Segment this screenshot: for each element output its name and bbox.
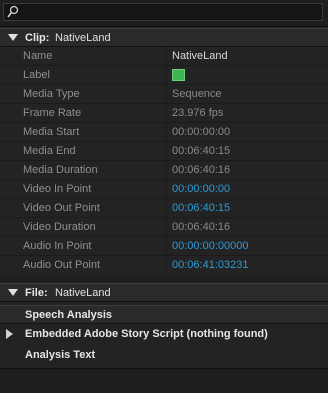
row-label: Audio In Point (0, 237, 167, 255)
search-box[interactable] (3, 3, 323, 21)
audio-in-point-value[interactable]: 00:00:00:00000 (172, 237, 248, 255)
row-label: Video Duration (0, 218, 167, 236)
collapse-triangle-icon[interactable] (8, 34, 18, 42)
row-label: Media Duration (0, 161, 167, 179)
metadata-row-media-duration: Media Duration 00:06:40:16 (0, 161, 328, 180)
analysis-text-row: Analysis Text (0, 346, 328, 365)
expand-triangle-icon[interactable] (6, 329, 14, 339)
row-label: Name (0, 47, 167, 65)
file-section-header[interactable]: File: NativeLand (0, 283, 328, 302)
row-label: Media End (0, 142, 167, 160)
row-label: Media Start (0, 123, 167, 141)
row-label: Video Out Point (0, 199, 167, 217)
media-start-value: 00:00:00:00 (172, 126, 231, 138)
row-label: Media Type (0, 85, 167, 103)
collapse-triangle-icon[interactable] (8, 289, 18, 297)
metadata-row-frame-rate: Frame Rate 23.976 fps (0, 104, 328, 123)
metadata-row-audio-out-point: Audio Out Point 00:06:41:03231 (0, 256, 328, 275)
analysis-text-area[interactable] (0, 368, 328, 393)
audio-out-point-value[interactable]: 00:06:41:03231 (172, 256, 248, 274)
metadata-row-video-duration: Video Duration 00:06:40:16 (0, 218, 328, 237)
row-label: Audio Out Point (0, 256, 167, 274)
row-label: Frame Rate (0, 104, 167, 122)
clip-section-header[interactable]: Clip: NativeLand (0, 28, 328, 47)
frame-rate-value: 23.976 fps (172, 107, 224, 119)
metadata-row-label: Label (0, 66, 328, 85)
row-label: Label (0, 66, 167, 84)
metadata-row-video-in-point: Video In Point 00:00:00:00 (0, 180, 328, 199)
media-duration-value: 00:06:40:16 (172, 164, 231, 176)
speech-analysis-header[interactable]: Speech Analysis (0, 305, 328, 324)
metadata-row-media-start: Media Start 00:00:00:00 (0, 123, 328, 142)
video-in-point-value[interactable]: 00:00:00:00 (172, 180, 230, 198)
metadata-row-video-out-point: Video Out Point 00:06:40:15 (0, 199, 328, 218)
search-bar (0, 0, 328, 27)
metadata-row-media-type: Media Type Sequence (0, 85, 328, 104)
embedded-story-script-row[interactable]: Embedded Adobe Story Script (nothing fou… (0, 325, 328, 344)
file-section-title: File: (25, 287, 48, 299)
embedded-story-script-label: Embedded Adobe Story Script (nothing fou… (25, 328, 268, 340)
clip-section-name: NativeLand (55, 32, 111, 44)
metadata-row-name: Name NativeLand (0, 47, 328, 66)
media-type-value: Sequence (172, 88, 222, 100)
search-icon (7, 5, 19, 18)
file-section-name: NativeLand (55, 287, 111, 299)
media-end-value: 00:06:40:15 (172, 145, 231, 157)
metadata-row-media-end: Media End 00:06:40:15 (0, 142, 328, 161)
speech-analysis-title: Speech Analysis (25, 309, 113, 321)
name-value[interactable]: NativeLand (172, 47, 228, 65)
clip-section-title: Clip: (25, 32, 50, 44)
label-color-swatch[interactable] (172, 69, 185, 81)
search-input[interactable] (22, 5, 312, 19)
row-label: Video In Point (0, 180, 167, 198)
video-duration-value: 00:06:40:16 (172, 221, 231, 233)
analysis-text-label: Analysis Text (25, 349, 96, 361)
metadata-row-audio-in-point: Audio In Point 00:00:00:00000 (0, 237, 328, 256)
video-out-point-value[interactable]: 00:06:40:15 (172, 199, 230, 217)
